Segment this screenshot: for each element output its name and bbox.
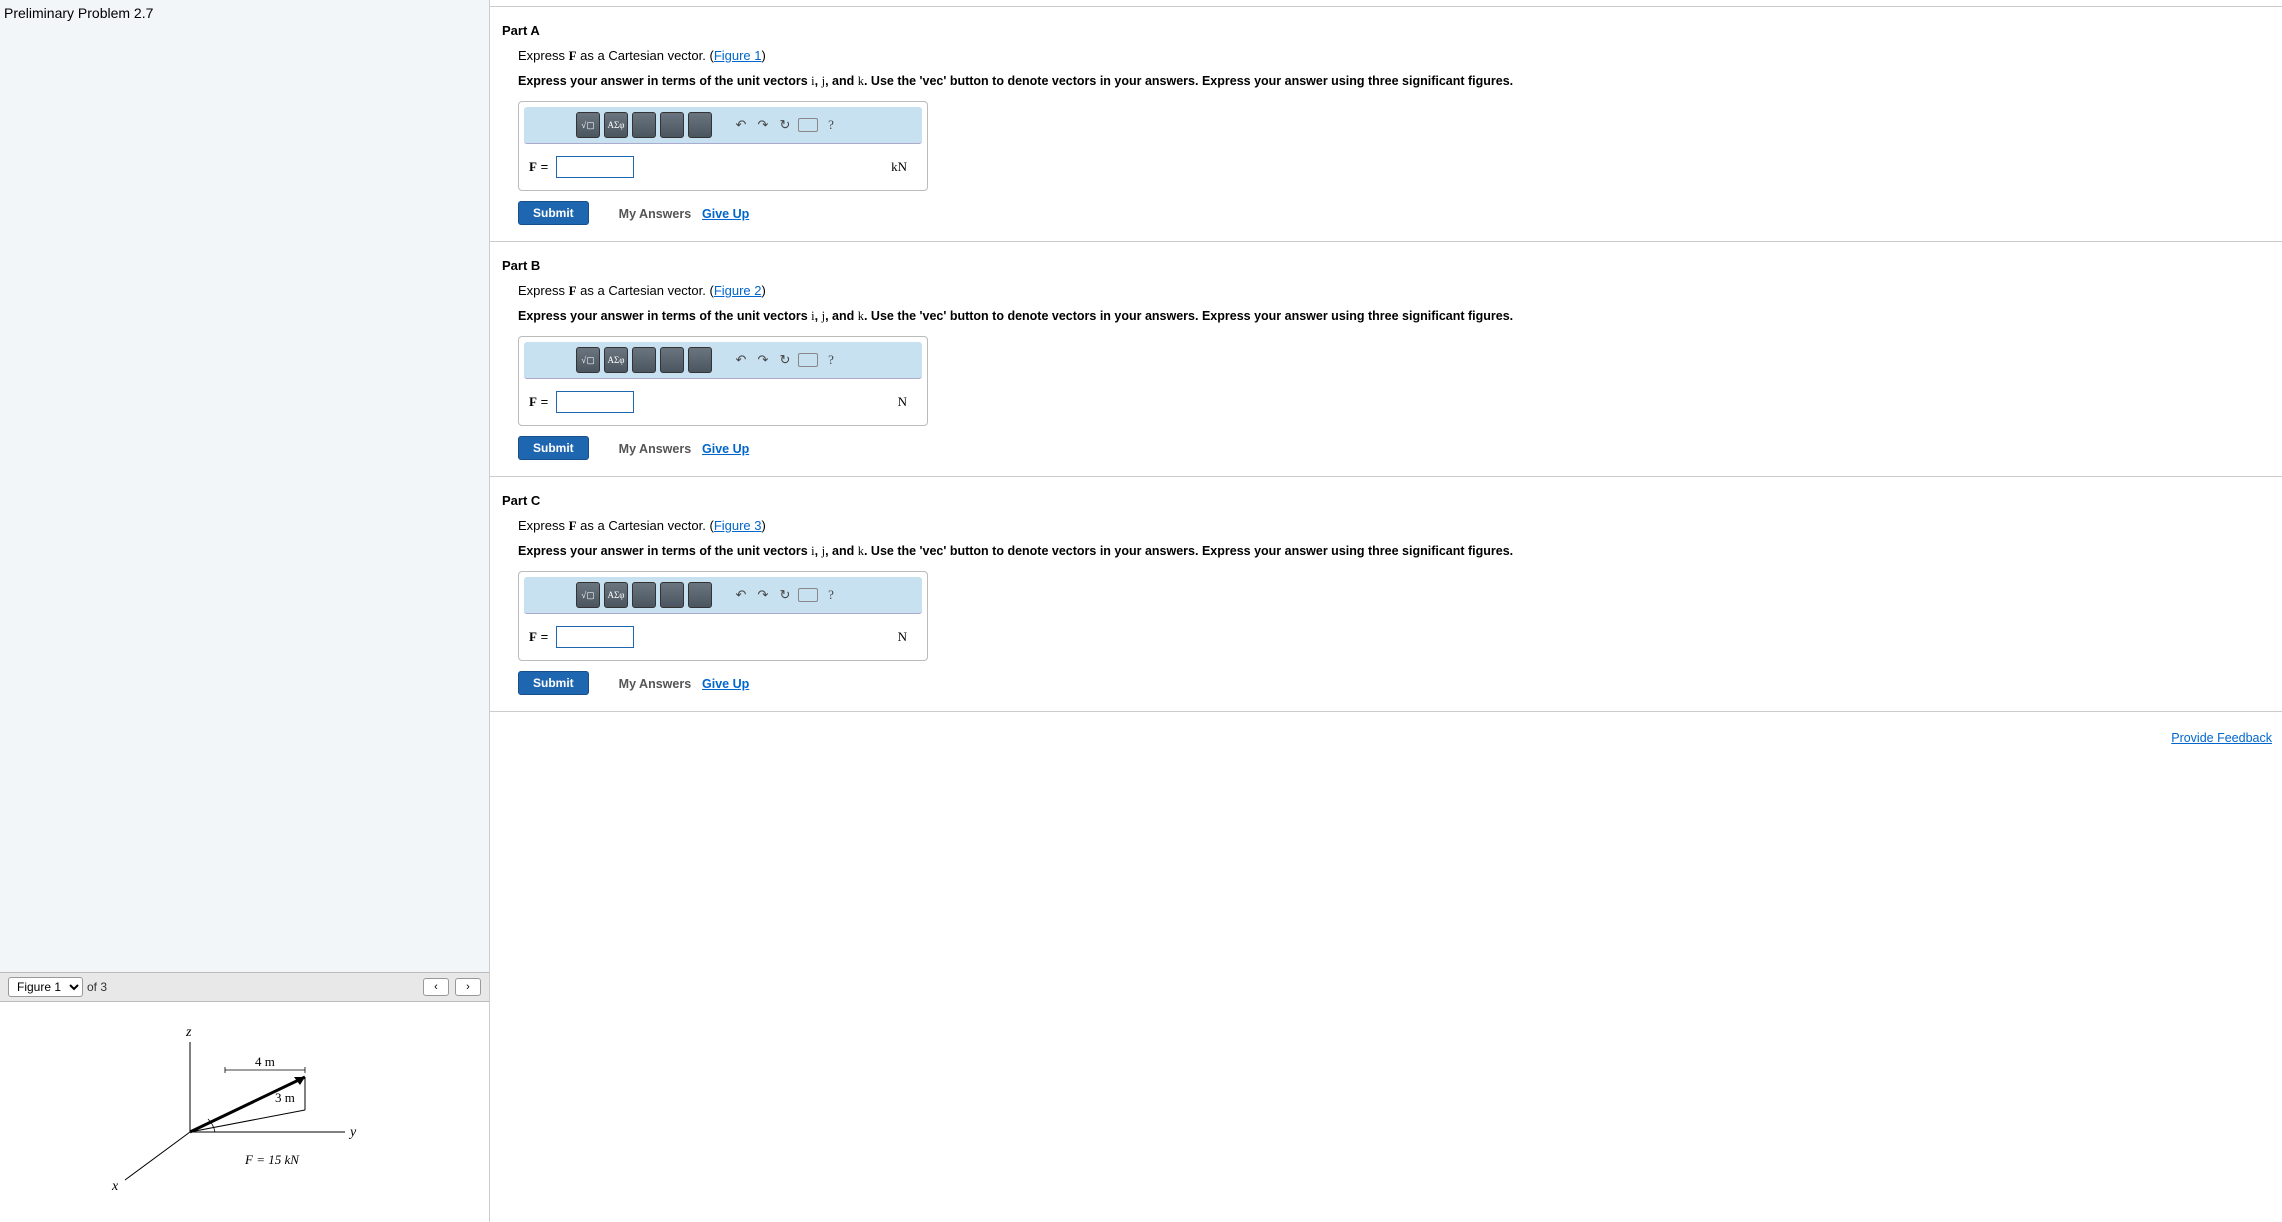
figure-1-link[interactable]: Figure 1	[714, 48, 762, 63]
dim-4m: 4 m	[255, 1054, 275, 1069]
part-c-title: Part C	[498, 489, 2282, 518]
figure-count: of 3	[87, 980, 107, 994]
reset-icon[interactable]: ↻	[776, 582, 794, 608]
equation-toolbar: √▢ ΑΣφ ↶ ↷ ↻ ?	[524, 342, 922, 379]
answer-box-c: √▢ ΑΣφ ↶ ↷ ↻ ? F =	[518, 571, 928, 661]
tb3-icon[interactable]	[632, 112, 656, 138]
keyboard-icon[interactable]	[798, 588, 818, 602]
sqrt-icon[interactable]: √▢	[576, 347, 600, 373]
answer-unit-b: N	[898, 394, 907, 410]
submit-button-c[interactable]: Submit	[518, 671, 589, 695]
sqrt-icon[interactable]: √▢	[576, 112, 600, 138]
answer-label-b: F =	[529, 394, 548, 410]
tb5-icon[interactable]	[688, 112, 712, 138]
figure-select[interactable]: Figure 1	[8, 977, 83, 997]
y-axis-label: y	[348, 1125, 357, 1140]
greek-icon[interactable]: ΑΣφ	[604, 582, 628, 608]
redo-icon[interactable]: ↷	[754, 112, 772, 138]
sqrt-icon[interactable]: √▢	[576, 582, 600, 608]
part-c-prompt: Express F as a Cartesian vector. (Figure…	[518, 518, 2282, 534]
answer-box-b: √▢ ΑΣφ ↶ ↷ ↻ ? F =	[518, 336, 928, 426]
answer-box-a: √▢ ΑΣφ ↶ ↷ ↻ ? F =	[518, 101, 928, 191]
redo-icon[interactable]: ↷	[754, 347, 772, 373]
answer-label-a: F =	[529, 159, 548, 175]
part-a: Part A Express F as a Cartesian vector. …	[490, 15, 2282, 235]
tb5-icon[interactable]	[688, 582, 712, 608]
submit-button-b[interactable]: Submit	[518, 436, 589, 460]
figure-prev-button[interactable]: ‹	[423, 978, 449, 996]
right-panel: Part A Express F as a Cartesian vector. …	[490, 0, 2282, 1222]
provide-feedback-link[interactable]: Provide Feedback	[2171, 731, 2272, 745]
answer-input-b[interactable]	[556, 391, 634, 413]
my-answers-a[interactable]: My Answers	[619, 207, 691, 221]
help-icon[interactable]: ?	[822, 112, 840, 138]
greek-icon[interactable]: ΑΣφ	[604, 347, 628, 373]
figure-nav-bar: Figure 1 of 3 ‹ ›	[0, 972, 489, 1002]
tb3-icon[interactable]	[632, 582, 656, 608]
give-up-link-a[interactable]: Give Up	[702, 207, 749, 221]
my-answers-c[interactable]: My Answers	[619, 677, 691, 691]
equation-toolbar: √▢ ΑΣφ ↶ ↷ ↻ ?	[524, 577, 922, 614]
give-up-link-c[interactable]: Give Up	[702, 677, 749, 691]
answer-unit-a: kN	[891, 159, 907, 175]
x-axis-label: x	[111, 1179, 119, 1194]
z-axis-label: z	[185, 1025, 192, 1040]
part-a-instruction: Express your answer in terms of the unit…	[518, 74, 2282, 89]
figure-2-link[interactable]: Figure 2	[714, 283, 762, 298]
redo-icon[interactable]: ↷	[754, 582, 772, 608]
help-icon[interactable]: ?	[822, 347, 840, 373]
figure-3-link[interactable]: Figure 3	[714, 518, 762, 533]
left-panel: Preliminary Problem 2.7 Figure 1 of 3 ‹ …	[0, 0, 490, 1222]
problem-title: Preliminary Problem 2.7	[0, 0, 489, 26]
tb4-icon[interactable]	[660, 347, 684, 373]
tb3-icon[interactable]	[632, 347, 656, 373]
part-b-instruction: Express your answer in terms of the unit…	[518, 309, 2282, 324]
keyboard-icon[interactable]	[798, 118, 818, 132]
answer-input-c[interactable]	[556, 626, 634, 648]
part-a-prompt: Express F as a Cartesian vector. (Figure…	[518, 48, 2282, 64]
undo-icon[interactable]: ↶	[732, 112, 750, 138]
tb4-icon[interactable]	[660, 112, 684, 138]
part-a-title: Part A	[498, 19, 2282, 48]
figure-diagram: z y x 4 m 3 m	[0, 1002, 489, 1222]
part-b: Part B Express F as a Cartesian vector. …	[490, 250, 2282, 470]
answer-unit-c: N	[898, 629, 907, 645]
submit-button-a[interactable]: Submit	[518, 201, 589, 225]
reset-icon[interactable]: ↻	[776, 112, 794, 138]
help-icon[interactable]: ?	[822, 582, 840, 608]
my-answers-b[interactable]: My Answers	[619, 442, 691, 456]
undo-icon[interactable]: ↶	[732, 582, 750, 608]
undo-icon[interactable]: ↶	[732, 347, 750, 373]
tb4-icon[interactable]	[660, 582, 684, 608]
force-label: F = 15 kN	[244, 1152, 300, 1167]
part-c-instruction: Express your answer in terms of the unit…	[518, 544, 2282, 559]
keyboard-icon[interactable]	[798, 353, 818, 367]
equation-toolbar: √▢ ΑΣφ ↶ ↷ ↻ ?	[524, 107, 922, 144]
figure-next-button[interactable]: ›	[455, 978, 481, 996]
part-b-title: Part B	[498, 254, 2282, 283]
part-b-prompt: Express F as a Cartesian vector. (Figure…	[518, 283, 2282, 299]
dim-3m: 3 m	[275, 1090, 295, 1105]
part-c: Part C Express F as a Cartesian vector. …	[490, 485, 2282, 705]
answer-input-a[interactable]	[556, 156, 634, 178]
tb5-icon[interactable]	[688, 347, 712, 373]
greek-icon[interactable]: ΑΣφ	[604, 112, 628, 138]
answer-label-c: F =	[529, 629, 548, 645]
reset-icon[interactable]: ↻	[776, 347, 794, 373]
give-up-link-b[interactable]: Give Up	[702, 442, 749, 456]
